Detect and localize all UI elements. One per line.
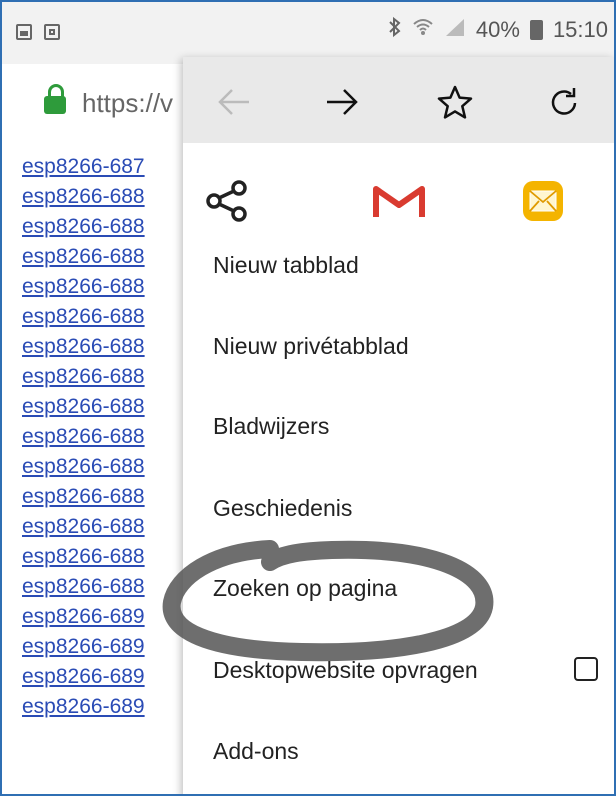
image-icon bbox=[16, 24, 32, 40]
page-link[interactable]: esp8266-688 bbox=[22, 182, 145, 212]
email-icon[interactable] bbox=[513, 171, 573, 231]
url-text[interactable]: https://v bbox=[82, 88, 173, 119]
gallery-icon bbox=[44, 24, 60, 40]
back-icon[interactable] bbox=[209, 77, 259, 127]
page-link[interactable]: esp8266-689 bbox=[22, 692, 145, 722]
battery-icon bbox=[529, 20, 543, 40]
battery-level: 40% bbox=[475, 17, 520, 42]
page-link[interactable]: esp8266-688 bbox=[22, 482, 145, 512]
page-link[interactable]: esp8266-688 bbox=[22, 572, 145, 602]
page-link[interactable]: esp8266-689 bbox=[22, 632, 145, 662]
page-link[interactable]: esp8266-689 bbox=[22, 602, 145, 632]
browser-overflow-menu: Nieuw tabblad Nieuw privétabblad Bladwij… bbox=[183, 57, 614, 794]
page-link-list: esp8266-687 esp8266-688 esp8266-688 esp8… bbox=[22, 152, 145, 722]
page-link[interactable]: esp8266-688 bbox=[22, 332, 145, 362]
phone-screen: 40% 15:10 https://v esp8266-687 esp8266-… bbox=[0, 0, 616, 796]
menu-item-history[interactable]: Geschiedenis bbox=[213, 495, 352, 522]
desktop-site-checkbox[interactable] bbox=[574, 657, 598, 681]
page-link[interactable]: esp8266-688 bbox=[22, 242, 145, 272]
status-bar: 40% 15:10 bbox=[2, 2, 614, 64]
page-link[interactable]: esp8266-688 bbox=[22, 512, 145, 542]
forward-icon[interactable] bbox=[317, 77, 367, 127]
clock: 15:10 bbox=[552, 17, 608, 42]
page-link[interactable]: esp8266-688 bbox=[22, 212, 145, 242]
bluetooth-icon bbox=[388, 16, 402, 44]
page-link[interactable]: esp8266-688 bbox=[22, 452, 145, 482]
menu-item-new-private-tab[interactable]: Nieuw privétabblad bbox=[213, 333, 409, 360]
page-link[interactable]: esp8266-689 bbox=[22, 662, 145, 692]
signal-icon bbox=[444, 17, 466, 43]
menu-item-bookmarks[interactable]: Bladwijzers bbox=[213, 413, 329, 440]
share-row bbox=[183, 143, 614, 253]
page-link[interactable]: esp8266-687 bbox=[22, 152, 145, 182]
gmail-icon[interactable] bbox=[369, 171, 429, 231]
page-link[interactable]: esp8266-688 bbox=[22, 542, 145, 572]
reload-icon[interactable] bbox=[539, 77, 589, 127]
lock-icon bbox=[44, 84, 66, 114]
bookmark-star-icon[interactable] bbox=[430, 77, 480, 127]
menu-item-find-in-page[interactable]: Zoeken op pagina bbox=[213, 575, 397, 602]
menu-item-new-tab[interactable]: Nieuw tabblad bbox=[213, 252, 359, 279]
menu-item-request-desktop-site[interactable]: Desktopwebsite opvragen bbox=[213, 657, 478, 684]
share-icon[interactable] bbox=[197, 171, 257, 231]
wifi-icon bbox=[412, 16, 434, 44]
menu-toolbar bbox=[183, 57, 614, 143]
page-link[interactable]: esp8266-688 bbox=[22, 272, 145, 302]
page-link[interactable]: esp8266-688 bbox=[22, 422, 145, 452]
menu-item-add-ons[interactable]: Add-ons bbox=[213, 738, 299, 765]
page-link[interactable]: esp8266-688 bbox=[22, 362, 145, 392]
page-link[interactable]: esp8266-688 bbox=[22, 392, 145, 422]
page-link[interactable]: esp8266-688 bbox=[22, 302, 145, 332]
